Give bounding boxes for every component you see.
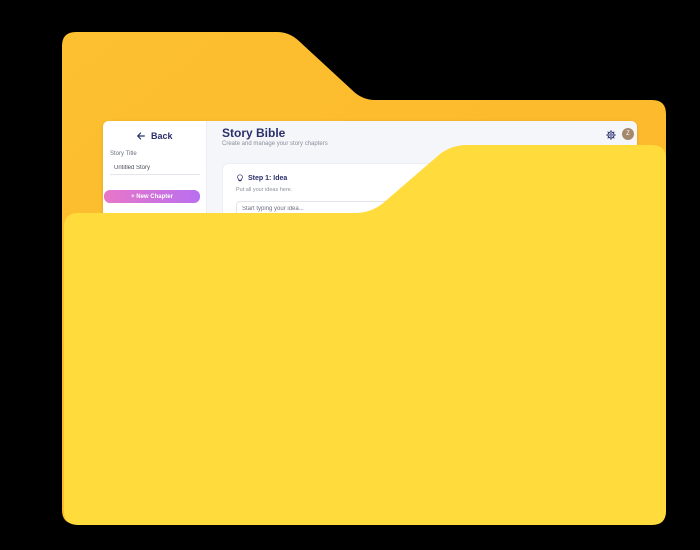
- step-title-text: Step 1: Idea: [248, 174, 288, 182]
- back-button[interactable]: Back: [136, 131, 173, 141]
- sidebar: Back Story Title + New Chapter: [103, 121, 207, 421]
- gear-icon[interactable]: [606, 130, 616, 140]
- main-content: Story Bible Create and manage your story…: [207, 121, 637, 421]
- back-label: Back: [151, 131, 173, 141]
- page-title: Story Bible: [222, 126, 286, 140]
- step-card: Step 1: Idea Put all your ideas here.: [222, 163, 629, 415]
- folder-illustration: Back Story Title + New Chapter Story Bib…: [0, 0, 700, 550]
- lightbulb-icon: [237, 174, 243, 182]
- step-title: Step 1: Idea: [236, 174, 287, 182]
- arrow-left-icon: [137, 132, 145, 140]
- page-subtitle: Create and manage your story chapters: [222, 141, 328, 147]
- new-chapter-button[interactable]: + New Chapter: [104, 190, 200, 203]
- story-title-input[interactable]: [110, 161, 200, 175]
- story-title-label: Story Title: [110, 151, 137, 157]
- avatar[interactable]: Z: [622, 128, 634, 140]
- idea-input[interactable]: [236, 201, 398, 217]
- app-window: Back Story Title + New Chapter Story Bib…: [103, 121, 637, 421]
- step-description: Put all your ideas here.: [236, 187, 293, 193]
